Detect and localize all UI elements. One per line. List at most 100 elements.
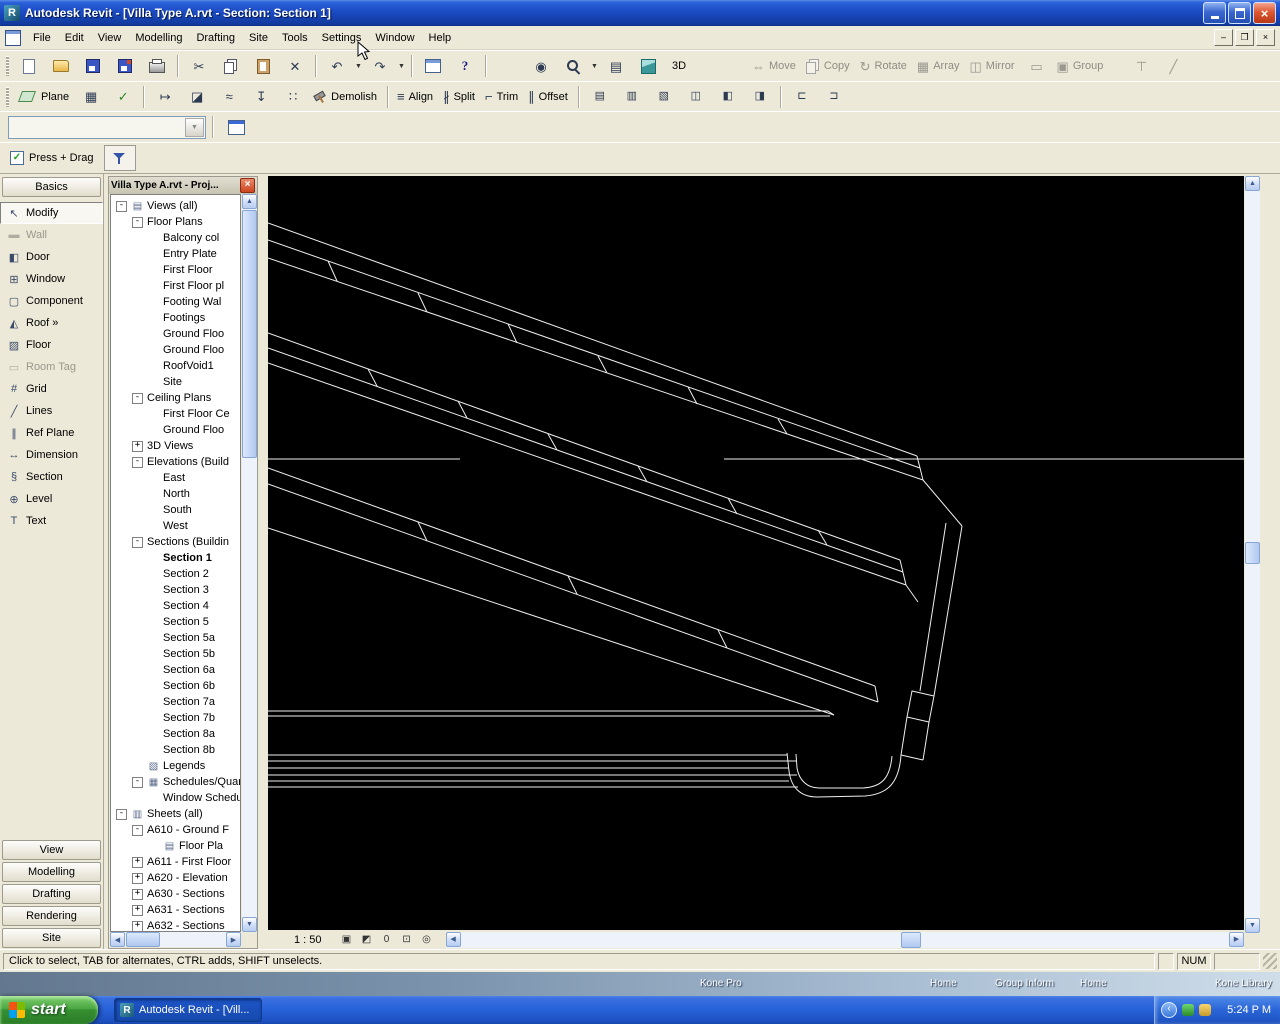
- scroll-down-icon[interactable]: ▼: [1245, 918, 1260, 933]
- scroll-up-icon[interactable]: ▲: [1245, 176, 1260, 191]
- menu-file[interactable]: File: [26, 28, 58, 48]
- resize-button[interactable]: ▭: [1021, 53, 1053, 79]
- tree-item-a630-sections[interactable]: + A630 - Sections: [111, 886, 240, 902]
- edit-tool-button[interactable]: ◨: [744, 84, 776, 110]
- close-button[interactable]: ×: [1253, 2, 1276, 24]
- expand-icon[interactable]: +: [132, 920, 143, 931]
- pick-button[interactable]: ↧: [245, 84, 277, 110]
- edit-tool-button[interactable]: ▤: [584, 84, 616, 110]
- designbar-item-room-tag[interactable]: ▭ Room Tag: [0, 356, 103, 378]
- toolbar-grip[interactable]: [6, 56, 9, 76]
- zoom-button[interactable]: [557, 53, 589, 79]
- designbar-tab-modelling[interactable]: Modelling: [2, 862, 101, 882]
- redo-button[interactable]: ↷: [364, 53, 396, 79]
- mdi-close-button[interactable]: ×: [1256, 29, 1275, 46]
- tree-item-a632-sections[interactable]: + A632 - Sections: [111, 918, 240, 931]
- press-drag-checkbox[interactable]: ✓ Press + Drag: [10, 151, 94, 165]
- browser-horizontal-scrollbar[interactable]: ◀ ▶: [110, 932, 241, 947]
- menu-modelling[interactable]: Modelling: [128, 28, 189, 48]
- group-button[interactable]: ▣ Group: [1053, 53, 1110, 79]
- canvas-vertical-scrollbar[interactable]: ▲ ▼: [1245, 176, 1260, 933]
- designbar-item-lines[interactable]: ╱ Lines: [0, 400, 103, 422]
- designbar-item-wall[interactable]: ▬ Wall: [0, 224, 103, 246]
- mdi-restore-button[interactable]: ❐: [1235, 29, 1254, 46]
- view-scale[interactable]: 1 : 50: [294, 934, 322, 946]
- tree-item-ground-floo[interactable]: Ground Floo: [111, 342, 240, 358]
- tree-item-views-all[interactable]: - ▤ Views (all): [111, 198, 240, 214]
- designbar-tab-rendering[interactable]: Rendering: [2, 906, 101, 926]
- menu-drafting[interactable]: Drafting: [189, 28, 242, 48]
- expand-icon[interactable]: +: [132, 872, 143, 884]
- tree-item-section-3[interactable]: Section 3: [111, 582, 240, 598]
- expand-icon[interactable]: +: [132, 888, 143, 900]
- tree-item-ceiling-plans[interactable]: - Ceiling Plans: [111, 390, 240, 406]
- tree-item-balcony-col[interactable]: Balcony col: [111, 230, 240, 246]
- tree-item-elevations-build[interactable]: - Elevations (Build: [111, 454, 240, 470]
- tree-item-a611-first-floor[interactable]: + A611 - First Floor: [111, 854, 240, 870]
- tree-item-3d-views[interactable]: +3D Views: [111, 438, 240, 454]
- split-button[interactable]: ∦ Split: [439, 84, 481, 110]
- copy-button[interactable]: Copy: [802, 53, 856, 79]
- save-button[interactable]: [77, 53, 109, 79]
- tree-item-section-6b[interactable]: Section 6b: [111, 678, 240, 694]
- 3d-button[interactable]: 3D: [664, 53, 696, 79]
- thin-lines-button[interactable]: ▤: [600, 53, 632, 79]
- demolish-button[interactable]: Demolish: [309, 84, 383, 110]
- designbar-item-door[interactable]: ◧ Door: [0, 246, 103, 268]
- tree-item-section-5a[interactable]: Section 5a: [111, 630, 240, 646]
- designbar-item-floor[interactable]: ▨ Floor: [0, 334, 103, 356]
- detail-level-button[interactable]: 0: [378, 932, 396, 948]
- designbar-item-component[interactable]: ▢ Component: [0, 290, 103, 312]
- crop-region-button[interactable]: ⊡: [398, 932, 416, 948]
- scrollbar-thumb[interactable]: [900, 931, 921, 948]
- start-button[interactable]: start: [0, 996, 98, 1024]
- drawing-area[interactable]: [268, 176, 1244, 930]
- collapse-icon[interactable]: -: [132, 536, 143, 548]
- worksets-button[interactable]: [417, 53, 449, 79]
- mirror-button[interactable]: ◫ Mirror: [966, 53, 1021, 79]
- tree-item-section-6a[interactable]: Section 6a: [111, 662, 240, 678]
- scroll-left-icon[interactable]: ◀: [445, 931, 461, 947]
- collapse-icon[interactable]: -: [132, 216, 143, 228]
- tape-measure-button[interactable]: ↦: [149, 84, 181, 110]
- edit-tool-button[interactable]: ◧: [712, 84, 744, 110]
- trim-button[interactable]: ⌐ Trim: [481, 84, 524, 110]
- collapse-icon[interactable]: -: [132, 824, 143, 836]
- undo-button[interactable]: ↶: [321, 53, 353, 79]
- minimize-button[interactable]: [1203, 2, 1226, 24]
- move-button[interactable]: ⇔ Move: [748, 53, 802, 79]
- tree-item-roofvoid1[interactable]: RoofVoid1: [111, 358, 240, 374]
- document-icon[interactable]: [5, 29, 21, 46]
- tree-item-a610-ground-f[interactable]: - A610 - Ground F: [111, 822, 240, 838]
- filter-button[interactable]: [103, 145, 136, 171]
- tree-item-section-4[interactable]: Section 4: [111, 598, 240, 614]
- new-button[interactable]: [13, 53, 45, 79]
- expand-icon[interactable]: +: [132, 440, 143, 452]
- tree-item-west[interactable]: West: [111, 518, 240, 534]
- tree-item-ground-floo[interactable]: Ground Floo: [111, 422, 240, 438]
- tree-item-section-1[interactable]: Section 1: [111, 550, 240, 566]
- chevron-down-icon[interactable]: ▼: [185, 117, 204, 137]
- canvas-horizontal-scrollbar[interactable]: ◀ ▶: [445, 931, 1244, 948]
- scrollbar-thumb[interactable]: [242, 210, 257, 458]
- undo-dropdown[interactable]: ▼: [353, 55, 364, 77]
- hide-isolate-button[interactable]: ◎: [418, 932, 436, 948]
- tree-item-schedules-quan[interactable]: - ▦ Schedules/Quan: [111, 774, 240, 790]
- tree-item-section-8a[interactable]: Section 8a: [111, 726, 240, 742]
- tree-item-footing-wal[interactable]: Footing Wal: [111, 294, 240, 310]
- project-browser-titlebar[interactable]: Villa Type A.rvt - Proj... ×: [109, 177, 257, 194]
- tree-item-a620-elevation[interactable]: + A620 - Elevation: [111, 870, 240, 886]
- scrollbar-thumb[interactable]: [126, 932, 160, 947]
- paste-button[interactable]: [247, 53, 279, 79]
- edit-tool-button[interactable]: ⊏: [786, 84, 818, 110]
- designbar-item-text[interactable]: T Text: [0, 510, 103, 532]
- copy-to-clipboard-button[interactable]: [215, 53, 247, 79]
- work-plane-button[interactable]: Plane: [13, 84, 75, 110]
- edit-tool-button[interactable]: ▥: [616, 84, 648, 110]
- model-graphics-style-button[interactable]: ▣: [338, 932, 356, 948]
- scroll-up-icon[interactable]: ▲: [242, 194, 257, 209]
- tree-item-section-5b[interactable]: Section 5b: [111, 646, 240, 662]
- browser-vertical-scrollbar[interactable]: ▲ ▼: [242, 194, 257, 932]
- whats-this-button[interactable]: ?: [449, 53, 481, 79]
- tree-item-legends[interactable]: ▧ Legends: [111, 758, 240, 774]
